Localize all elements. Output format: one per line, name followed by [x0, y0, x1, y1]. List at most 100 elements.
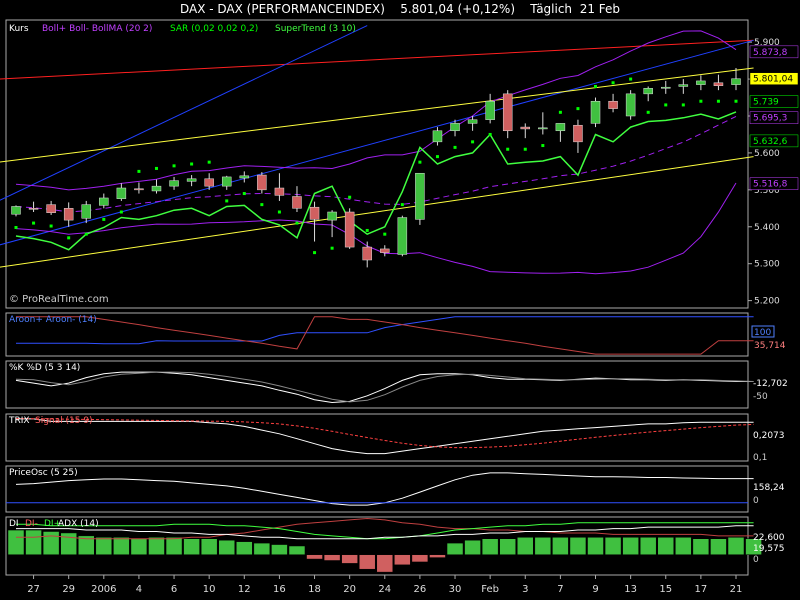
sar-dot: [67, 236, 71, 240]
sar-dot: [664, 103, 668, 107]
sar-dot: [400, 203, 404, 207]
candle-up: [432, 130, 443, 143]
legend-aroon: Aroon+ Aroon- (14): [9, 315, 97, 325]
stoch-label-1: -12,702: [753, 379, 788, 389]
dmi-bar-positive: [534, 537, 552, 555]
dmi-bar-positive: [569, 537, 587, 555]
sar-dot: [558, 110, 562, 114]
sar-dot: [154, 166, 158, 170]
candle-down: [204, 178, 214, 187]
sar-dot: [716, 99, 720, 103]
x-tick-label: 18: [308, 584, 321, 595]
value-label: 5.695,3: [753, 114, 787, 124]
sar-dot: [277, 210, 281, 214]
candle-up: [661, 86, 671, 89]
priceosc-label-1: 158,24: [753, 483, 785, 493]
candle-up: [397, 217, 408, 255]
dmi-label-1: 22,600: [753, 533, 785, 543]
dmi-bar-negative: [306, 554, 323, 560]
x-tick-label: 4: [136, 584, 142, 595]
legend-trix: TRIX: [8, 416, 30, 426]
dmi-bar-negative: [394, 554, 411, 566]
dmi-bar-positive: [42, 531, 60, 555]
dmi-bar-positive: [60, 532, 77, 555]
sar-dot: [418, 160, 422, 164]
legend-priceosc: PriceOsc (5 25): [9, 468, 78, 478]
sar-dot: [611, 81, 615, 85]
candle-up: [450, 123, 460, 132]
sar-dot: [471, 140, 475, 144]
x-tick-label: 7: [557, 584, 563, 595]
candle-up: [643, 88, 653, 95]
dmi-bar-negative: [429, 554, 446, 558]
y-tick-label: 5.200: [754, 297, 780, 307]
legend-dmi: DI: [9, 519, 19, 529]
dmi-bar-positive: [499, 538, 516, 555]
panel-stoch: [5, 360, 749, 409]
x-tick-label: 30: [449, 584, 462, 595]
sar-dot: [172, 164, 176, 168]
candle-up: [99, 197, 109, 206]
candle-up: [467, 119, 478, 124]
dmi-bar-positive: [183, 538, 200, 555]
y-tick-label: 5.400: [754, 223, 780, 233]
x-tick-label: 12: [238, 584, 251, 595]
sar-dot: [119, 210, 123, 214]
value-label: 5.632,6: [753, 137, 788, 147]
panel-priceosc: [5, 465, 749, 513]
sar-dot: [102, 217, 106, 221]
candle-down: [46, 204, 56, 213]
dmi-bar-positive: [622, 537, 639, 555]
stoch-label-2: -50: [753, 392, 768, 402]
candle-up: [11, 206, 21, 215]
sar-dot: [734, 99, 738, 103]
x-tick-label: 2006: [91, 584, 116, 595]
x-tick-label: 15: [659, 584, 672, 595]
candle-up: [678, 84, 689, 87]
candle-up: [186, 178, 197, 182]
x-tick-label: 20: [343, 584, 356, 595]
candle-down: [292, 196, 302, 209]
candle-up: [696, 80, 706, 85]
dmi-label-2: 19,575: [753, 544, 785, 554]
sar-dot: [330, 246, 334, 250]
candle-down: [713, 82, 724, 86]
x-tick-label: Feb: [481, 584, 499, 595]
sar-dot: [681, 103, 685, 107]
dmi-bar-positive: [200, 538, 218, 555]
candle-down: [257, 174, 267, 191]
sar-dot: [629, 77, 633, 81]
dmi-bar-positive: [7, 529, 25, 555]
candle-down: [608, 100, 618, 109]
sar-dot: [383, 232, 387, 236]
dmi-bar-negative: [341, 554, 358, 564]
x-tick-label: 29: [62, 584, 75, 595]
chart-canvas[interactable]: 5.9005.8005.7005.6005.5005.4005.3005.200…: [0, 0, 800, 600]
candle-up: [625, 93, 636, 117]
sar-dot: [453, 145, 457, 149]
trix-label-1: 0,2073: [753, 431, 785, 441]
sar-dot: [435, 155, 439, 159]
x-tick-label: 6: [171, 584, 177, 595]
candle-down: [309, 206, 320, 220]
aroon-label-2: 35,714: [754, 341, 786, 351]
dmi-bar-positive: [692, 538, 710, 555]
sar-dot: [541, 144, 545, 148]
dmi-bar-positive: [271, 544, 288, 555]
dmi-bar-positive: [113, 537, 130, 555]
sar-dot: [646, 110, 650, 114]
sar-dot: [190, 162, 194, 166]
value-label: 5.739: [753, 98, 779, 108]
candle-down: [573, 124, 583, 143]
x-tick-label: 13: [624, 584, 637, 595]
dmi-bar-positive: [587, 537, 604, 555]
candle-down: [520, 126, 531, 130]
x-tick-label: 24: [378, 584, 391, 595]
legend-adx: ADX (14): [58, 519, 99, 529]
candle-down: [362, 246, 372, 261]
dmi-bar-positive: [481, 538, 499, 555]
dmi-bar-positive: [446, 542, 464, 555]
y-tick-label: 5.300: [754, 260, 780, 270]
dmi-bar-positive: [675, 537, 692, 555]
sar-dot: [242, 192, 246, 196]
